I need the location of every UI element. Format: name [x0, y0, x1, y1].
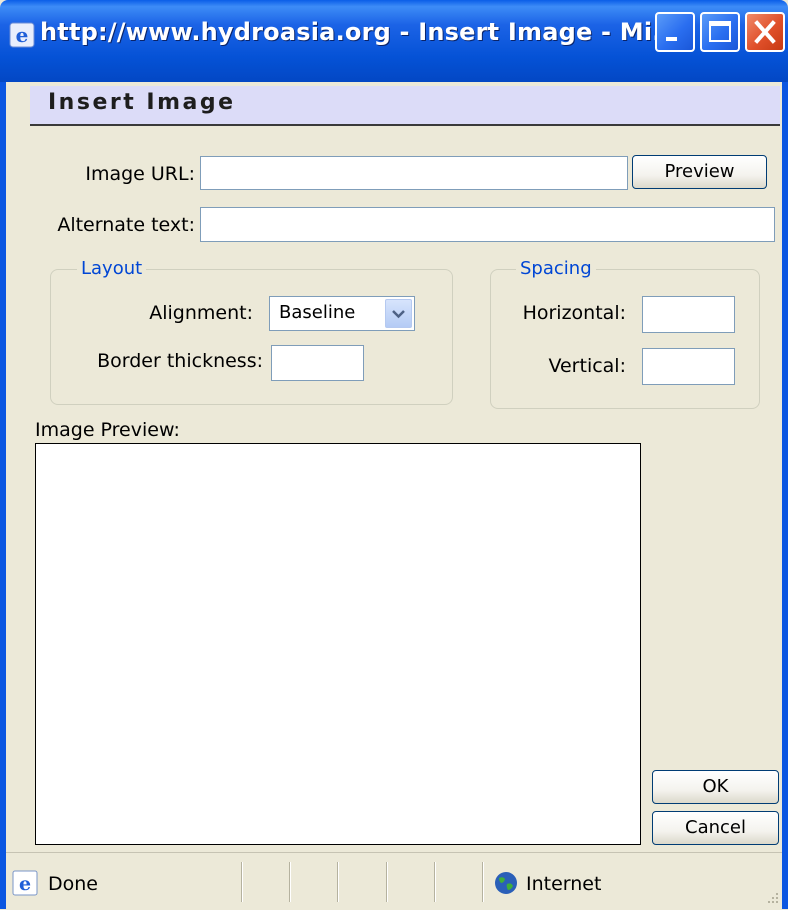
- maximize-icon: [709, 21, 731, 42]
- status-text: Done: [48, 873, 98, 895]
- ie-page-icon: e: [12, 870, 38, 896]
- status-divider: [386, 862, 387, 902]
- status-divider: [241, 862, 242, 902]
- status-bar: e Done Internet: [6, 852, 782, 910]
- status-divider: [337, 862, 338, 902]
- resize-grip-icon[interactable]: [766, 891, 780, 905]
- globe-icon: [495, 872, 517, 894]
- ie-window-icon: e: [9, 22, 35, 48]
- alignment-value: Baseline: [279, 302, 356, 323]
- alternate-text-input[interactable]: [200, 207, 775, 242]
- ok-button[interactable]: OK: [652, 770, 779, 804]
- dropdown-button[interactable]: [385, 299, 412, 328]
- status-divider: [482, 862, 483, 902]
- alignment-select[interactable]: Baseline: [269, 296, 415, 331]
- dialog-title: Insert Image: [48, 90, 236, 115]
- image-url-label: Image URL:: [85, 163, 195, 185]
- image-url-input[interactable]: [200, 156, 628, 190]
- chevron-down-icon: [392, 310, 405, 319]
- preview-button[interactable]: Preview: [632, 155, 767, 189]
- horizontal-label: Horizontal:: [522, 302, 626, 324]
- alignment-label: Alignment:: [149, 302, 253, 324]
- status-divider: [289, 862, 290, 902]
- maximize-button[interactable]: [700, 12, 740, 52]
- zone-text: Internet: [526, 873, 602, 895]
- spacing-group: [490, 269, 760, 409]
- svg-text:e: e: [16, 23, 29, 47]
- spacing-legend: Spacing: [516, 258, 596, 279]
- svg-text:e: e: [19, 873, 31, 895]
- cancel-button[interactable]: Cancel: [652, 811, 779, 845]
- title-bar[interactable]: e http://www.hydroasia.org - Insert Imag…: [0, 0, 788, 82]
- close-icon: [754, 20, 776, 44]
- border-thickness-label: Border thickness:: [97, 350, 263, 372]
- minimize-icon: [666, 37, 677, 41]
- alternate-text-label: Alternate text:: [57, 214, 195, 236]
- image-preview-area: [35, 443, 641, 845]
- status-divider: [434, 862, 435, 902]
- minimize-button[interactable]: [655, 12, 695, 52]
- layout-group: [50, 269, 453, 405]
- layout-legend: Layout: [77, 258, 147, 279]
- window-title: http://www.hydroasia.org - Insert Image …: [40, 18, 681, 46]
- window-frame-left: [0, 82, 6, 909]
- vertical-spacing-input[interactable]: [642, 348, 735, 385]
- dialog-header: Insert Image: [30, 86, 780, 126]
- horizontal-spacing-input[interactable]: [642, 296, 735, 333]
- window-frame-right: [782, 82, 788, 909]
- border-thickness-input[interactable]: [271, 345, 364, 381]
- close-button[interactable]: [745, 12, 785, 52]
- image-preview-label: Image Preview:: [35, 419, 180, 441]
- vertical-label: Vertical:: [548, 355, 626, 377]
